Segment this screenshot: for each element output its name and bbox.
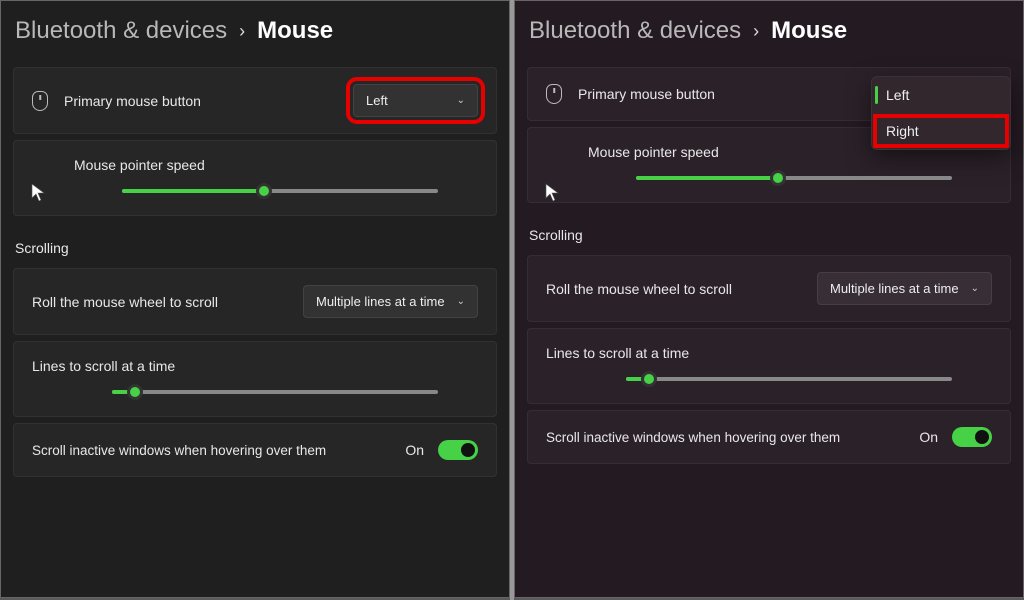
breadcrumb-parent[interactable]: Bluetooth & devices: [15, 17, 227, 45]
mouse-icon: [32, 91, 48, 111]
settings-panel-open: Bluetooth & devices › Mouse Primary mous…: [514, 0, 1024, 598]
primary-mouse-dropdown[interactable]: Left ⌄: [353, 84, 478, 117]
lines-scroll-card: Lines to scroll at a time: [13, 341, 497, 417]
breadcrumb-current: Mouse: [771, 17, 847, 45]
chevron-right-icon: ›: [239, 21, 245, 42]
pointer-speed-slider[interactable]: [122, 189, 438, 193]
slider-thumb[interactable]: [770, 170, 786, 186]
hover-scroll-toggle[interactable]: [438, 440, 478, 460]
roll-wheel-dropdown[interactable]: Multiple lines at a time ⌄: [303, 285, 478, 318]
primary-mouse-label: Primary mouse button: [578, 86, 851, 102]
roll-wheel-value: Multiple lines at a time: [830, 281, 959, 296]
dropdown-option-left[interactable]: Left: [872, 77, 1010, 113]
settings-panel-closed: Bluetooth & devices › Mouse Primary mous…: [0, 0, 510, 598]
chevron-down-icon: ⌄: [971, 283, 979, 294]
mouse-icon: [546, 84, 562, 104]
lines-scroll-card: Lines to scroll at a time: [527, 328, 1011, 404]
slider-fill: [122, 189, 264, 193]
lines-scroll-label: Lines to scroll at a time: [32, 358, 478, 374]
chevron-right-icon: ›: [753, 21, 759, 42]
scrolling-section-title: Scrolling: [15, 240, 497, 256]
chevron-down-icon: ⌄: [457, 296, 465, 307]
roll-wheel-card: Roll the mouse wheel to scroll Multiple …: [527, 255, 1011, 322]
hover-scroll-card: Scroll inactive windows when hovering ov…: [13, 423, 497, 477]
hover-scroll-card: Scroll inactive windows when hovering ov…: [527, 410, 1011, 464]
breadcrumb: Bluetooth & devices › Mouse: [13, 13, 497, 49]
hover-scroll-state: On: [919, 429, 938, 445]
slider-thumb[interactable]: [256, 183, 272, 199]
primary-mouse-value: Left: [366, 93, 388, 108]
breadcrumb-current: Mouse: [257, 17, 333, 45]
pointer-speed-card: Mouse pointer speed: [13, 140, 497, 216]
primary-mouse-button-card: Primary mouse button Left ⌄: [13, 67, 497, 134]
slider-fill: [636, 176, 778, 180]
slider-thumb[interactable]: [127, 384, 143, 400]
pointer-speed-slider[interactable]: [636, 176, 952, 180]
lines-scroll-slider[interactable]: [112, 390, 438, 394]
pointer-speed-label: Mouse pointer speed: [74, 157, 478, 173]
scrolling-section-title: Scrolling: [529, 227, 1011, 243]
hover-scroll-toggle[interactable]: [952, 427, 992, 447]
hover-scroll-label: Scroll inactive windows when hovering ov…: [32, 443, 391, 458]
hover-scroll-state: On: [405, 442, 424, 458]
breadcrumb: Bluetooth & devices › Mouse: [527, 13, 1011, 49]
roll-wheel-card: Roll the mouse wheel to scroll Multiple …: [13, 268, 497, 335]
chevron-down-icon: ⌄: [457, 95, 465, 106]
breadcrumb-parent[interactable]: Bluetooth & devices: [529, 17, 741, 45]
roll-wheel-label: Roll the mouse wheel to scroll: [32, 294, 287, 310]
primary-mouse-dropdown-open[interactable]: Left Right: [871, 76, 1011, 150]
dropdown-option-right[interactable]: Right: [872, 113, 1010, 149]
roll-wheel-dropdown[interactable]: Multiple lines at a time ⌄: [817, 272, 992, 305]
slider-thumb[interactable]: [641, 371, 657, 387]
primary-mouse-label: Primary mouse button: [64, 93, 337, 109]
lines-scroll-slider[interactable]: [626, 377, 952, 381]
roll-wheel-value: Multiple lines at a time: [316, 294, 445, 309]
hover-scroll-label: Scroll inactive windows when hovering ov…: [546, 430, 905, 445]
lines-scroll-label: Lines to scroll at a time: [546, 345, 992, 361]
roll-wheel-label: Roll the mouse wheel to scroll: [546, 281, 801, 297]
